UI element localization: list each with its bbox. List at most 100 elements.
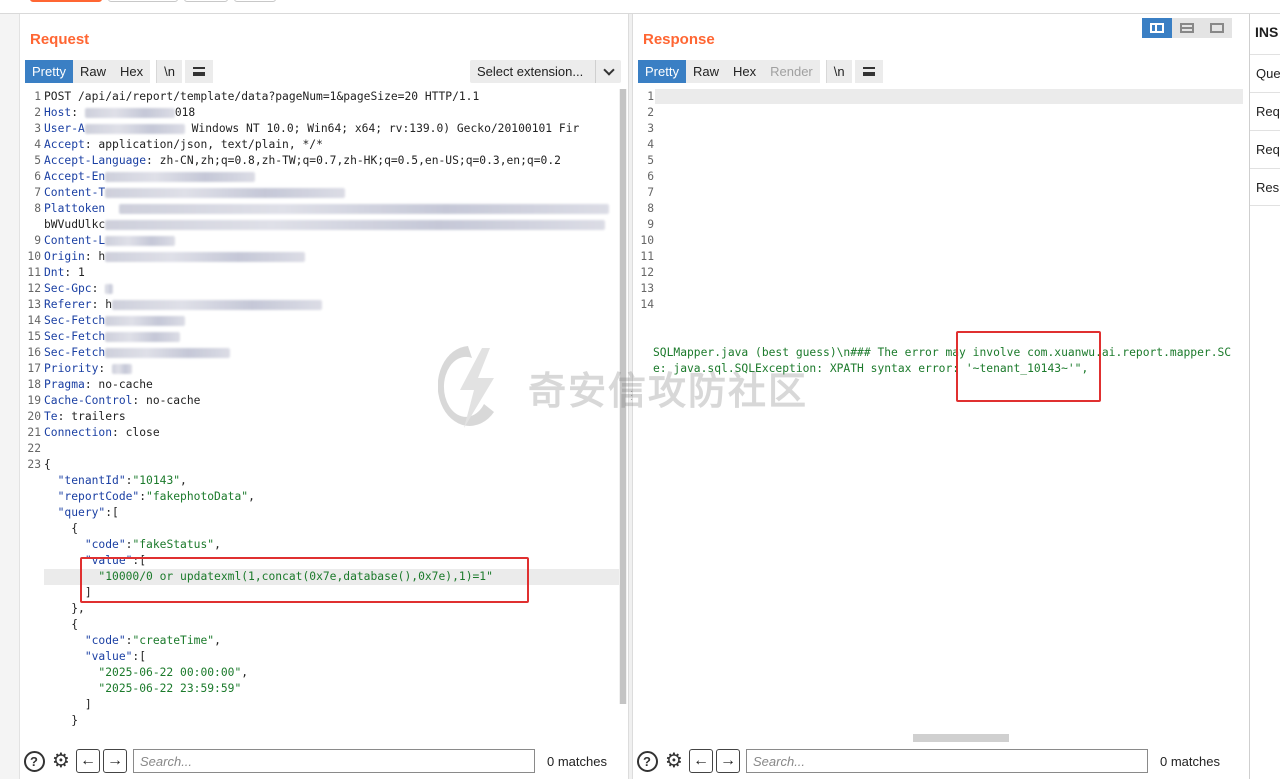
tab-newline[interactable]: \n — [156, 60, 182, 83]
tab-raw[interactable]: Raw — [685, 60, 726, 83]
previous-match-button[interactable]: ← — [76, 749, 100, 773]
extension-dropdown-button[interactable] — [595, 60, 621, 83]
response-horizontal-scrollbar[interactable] — [913, 734, 1009, 742]
request-search-input[interactable] — [140, 753, 534, 769]
scrollbar-thumb[interactable] — [620, 89, 626, 704]
header-key: Sec-Fetch — [44, 330, 106, 343]
hamburger-menu-icon — [192, 67, 205, 76]
json-key: "tenantId" — [57, 474, 126, 487]
json-value: "fakeStatus" — [132, 538, 215, 551]
line-number: 6 — [34, 170, 41, 183]
request-line: Sec-Gpc: — [44, 281, 619, 297]
request-vertical-scrollbar[interactable] — [619, 89, 627, 704]
arrow-right-icon: → — [716, 749, 740, 773]
inspector-item-response-headers[interactable]: Res — [1250, 168, 1280, 206]
line-number: 11 — [640, 250, 654, 263]
inspector-item-request-headers[interactable]: Req — [1250, 130, 1280, 168]
help-icon: ? — [23, 750, 45, 772]
header-key: Dnt — [44, 266, 65, 279]
columns-icon — [1150, 23, 1164, 33]
next-match-button[interactable]: → — [103, 749, 127, 773]
history-back-button[interactable] — [184, 0, 228, 2]
request-line: Sec-Fetch — [44, 345, 619, 361]
history-forward-button[interactable] — [234, 0, 276, 2]
response-search-input[interactable] — [753, 753, 1147, 769]
request-line: Referer: h — [44, 297, 619, 313]
tab-hex[interactable]: Hex — [112, 60, 151, 83]
line-number: 15 — [27, 330, 41, 343]
request-line: Dnt: 1 — [44, 266, 85, 279]
line-number: 7 — [34, 186, 41, 199]
line-number: 10 — [640, 234, 654, 247]
request-title: Request — [30, 31, 90, 48]
request-menu-button[interactable] — [184, 60, 213, 83]
hamburger-menu-icon — [862, 67, 875, 76]
help-button[interactable]: ? — [635, 749, 659, 773]
gear-icon: ⚙ — [665, 750, 683, 772]
cancel-button[interactable] — [108, 0, 178, 2]
left-edge-panel — [0, 14, 20, 779]
request-editor[interactable]: 1 2 3 4 5 6 7 8 9 10 11 12 13 14 15 16 1… — [23, 89, 619, 743]
line-number: 13 — [640, 282, 654, 295]
request-line: Plattoken — [44, 201, 619, 217]
header-key: Sec-Fetch — [44, 346, 106, 359]
header-key: Cache-Control — [44, 394, 133, 407]
request-line: POST /api/ai/report/template/data?pageNu… — [44, 89, 619, 105]
json-brace: } — [71, 714, 79, 727]
request-match-count: 0 matches — [547, 753, 607, 769]
tab-pretty[interactable]: Pretty — [25, 60, 73, 83]
tab-newline[interactable]: \n — [825, 60, 852, 83]
header-key: Pragma — [44, 378, 85, 391]
response-menu-button[interactable] — [854, 60, 883, 83]
next-match-button[interactable]: → — [716, 749, 740, 773]
response-view-tabs: Pretty Raw Hex Render \n — [638, 60, 883, 83]
header-key: Content-T — [44, 186, 106, 199]
json-value: "10143" — [132, 474, 181, 487]
help-icon: ? — [636, 750, 658, 772]
tab-raw[interactable]: Raw — [72, 60, 113, 83]
inspector-item-request-attributes[interactable]: Req — [1250, 92, 1280, 130]
request-search-box[interactable] — [133, 749, 535, 773]
settings-button[interactable]: ⚙ — [662, 749, 686, 773]
request-footer: ? ⚙ ← → 0 matches — [20, 743, 628, 779]
request-line: bWVudUlkc — [44, 217, 619, 233]
response-line-numbers: 1 2 3 4 5 6 7 8 9 10 11 12 13 14 — [636, 89, 654, 313]
response-search-box[interactable] — [746, 749, 1148, 773]
redacted-text — [105, 172, 256, 182]
request-line: "query":[ — [57, 506, 119, 519]
layout-single-button[interactable] — [1202, 18, 1232, 38]
response-editor[interactable]: 1 2 3 4 5 6 7 8 9 10 11 12 13 14 — [636, 89, 1242, 743]
inspector-item-query[interactable]: Que — [1250, 54, 1280, 92]
line-number: 22 — [27, 442, 41, 455]
header-value: h — [105, 298, 113, 311]
json-key: "reportCode" — [57, 490, 140, 503]
previous-match-button[interactable]: ← — [689, 749, 713, 773]
layout-stacked-button[interactable] — [1172, 18, 1202, 38]
line-number: 18 — [27, 378, 41, 391]
tab-pretty[interactable]: Pretty — [638, 60, 686, 83]
request-line: } — [44, 713, 619, 729]
tab-render[interactable]: Render — [763, 60, 820, 83]
tab-hex[interactable]: Hex — [725, 60, 764, 83]
request-line: Origin: h — [44, 249, 619, 265]
extension-select[interactable]: Select extension... — [470, 60, 621, 83]
json-value: "createTime" — [132, 634, 215, 647]
json-brace: }, — [71, 602, 85, 615]
settings-button[interactable]: ⚙ — [49, 749, 73, 773]
single-pane-icon — [1210, 23, 1224, 33]
layout-side-by-side-button[interactable] — [1142, 18, 1172, 38]
arrow-left-icon: ← — [76, 749, 100, 773]
request-line: Content-L — [44, 233, 619, 249]
help-button[interactable]: ? — [22, 749, 46, 773]
header-key: Accept — [44, 138, 85, 151]
request-pane: Request Pretty Raw Hex \n Select extensi… — [20, 14, 628, 779]
request-view-tabs: Pretty Raw Hex \n — [25, 60, 213, 83]
header-key: Origin — [44, 250, 85, 263]
line-number: 3 — [647, 122, 654, 135]
header-value: h — [98, 250, 106, 263]
json-key: "value" — [84, 650, 133, 663]
send-button[interactable] — [30, 0, 102, 2]
line-number: 4 — [647, 138, 654, 151]
line-number: 3 — [34, 122, 41, 135]
layout-toggle — [1142, 18, 1232, 38]
